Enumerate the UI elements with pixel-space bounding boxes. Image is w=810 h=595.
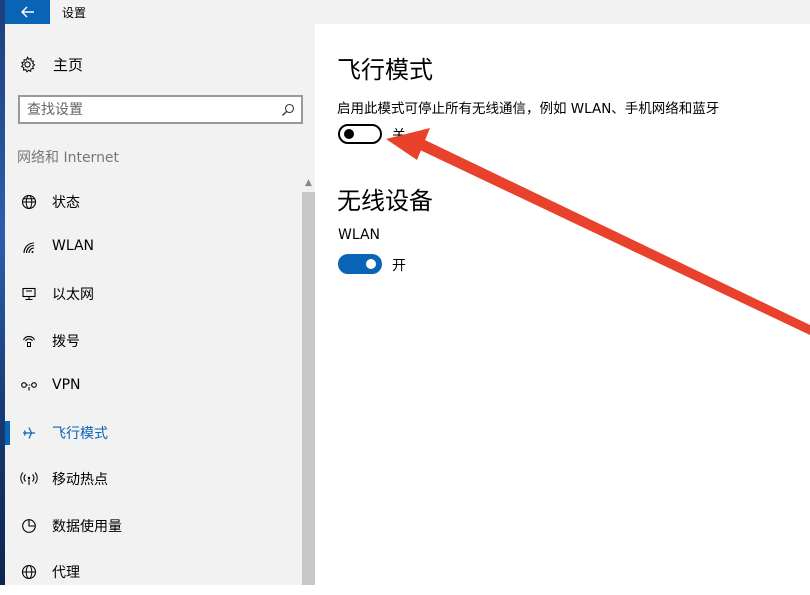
ethernet-icon [20, 285, 38, 303]
back-arrow-icon [20, 3, 35, 22]
wlan-device-label: WLAN [338, 227, 381, 243]
toggle-knob [344, 129, 354, 139]
sidebar-scrollbar[interactable]: ▲ [302, 176, 315, 585]
airplane-mode-toggle[interactable] [338, 124, 382, 144]
airplane-icon [20, 424, 38, 442]
data-usage-icon [20, 517, 38, 535]
section-title: 网络和 Internet [17, 150, 120, 166]
search-box[interactable] [18, 95, 303, 124]
sidebar-item-data-usage[interactable]: 数据使用量 [5, 503, 302, 549]
home-label: 主页 [53, 55, 84, 74]
sidebar-item-label: 代理 [52, 565, 80, 581]
sidebar: 主页 网络和 Internet 状态 WLAN 以太网 [5, 24, 315, 585]
sidebar-item-wlan[interactable]: WLAN [5, 225, 302, 271]
airplane-mode-heading: 飞行模式 [337, 56, 433, 84]
sidebar-item-label: 移动热点 [52, 472, 108, 488]
scrollbar-thumb[interactable] [302, 192, 315, 585]
globe-icon [20, 563, 38, 581]
sidebar-item-label: 数据使用量 [52, 519, 122, 535]
sidebar-item-label: 状态 [52, 195, 80, 211]
dialup-icon [20, 332, 38, 350]
airplane-mode-toggle-state: 关 [392, 128, 406, 144]
toggle-knob [366, 259, 376, 269]
scroll-up-icon[interactable]: ▲ [302, 176, 315, 190]
sidebar-item-label: WLAN [52, 238, 95, 254]
sidebar-item-label: 飞行模式 [52, 426, 108, 442]
selection-indicator [5, 421, 10, 445]
wifi-icon [20, 239, 38, 257]
sidebar-item-status[interactable]: 状态 [5, 179, 302, 225]
sidebar-item-proxy[interactable]: 代理 [5, 549, 302, 595]
sidebar-item-dialup[interactable]: 拨号 [5, 318, 302, 364]
title-bar: 设置 [5, 0, 810, 24]
sidebar-item-label: VPN [52, 377, 81, 393]
wlan-toggle-state: 开 [392, 258, 406, 274]
search-icon[interactable] [281, 102, 295, 121]
main-content: 飞行模式 启用此模式可停止所有无线通信，例如 WLAN、手机网络和蓝牙 关 无线… [315, 24, 810, 585]
gear-icon [19, 55, 36, 73]
globe-icon [20, 193, 38, 211]
hotspot-icon [20, 470, 38, 488]
sidebar-item-mobile-hotspot[interactable]: 移动热点 [5, 456, 302, 502]
sidebar-nav: 主页 网络和 Internet 状态 WLAN 以太网 [5, 24, 303, 585]
home-link[interactable]: 主页 [19, 52, 83, 76]
sidebar-item-ethernet[interactable]: 以太网 [5, 271, 302, 317]
sidebar-item-airplane-mode[interactable]: 飞行模式 [5, 410, 302, 456]
search-input[interactable] [27, 100, 277, 119]
sidebar-item-vpn[interactable]: VPN [5, 364, 302, 410]
airplane-mode-description: 启用此模式可停止所有无线通信，例如 WLAN、手机网络和蓝牙 [337, 101, 720, 117]
sidebar-item-label: 拨号 [52, 334, 80, 350]
wireless-devices-heading: 无线设备 [337, 187, 433, 215]
vpn-icon [20, 378, 38, 396]
back-button[interactable] [5, 0, 50, 24]
sidebar-item-label: 以太网 [52, 287, 94, 303]
wlan-toggle[interactable] [338, 254, 382, 274]
window-title: 设置 [62, 6, 87, 20]
